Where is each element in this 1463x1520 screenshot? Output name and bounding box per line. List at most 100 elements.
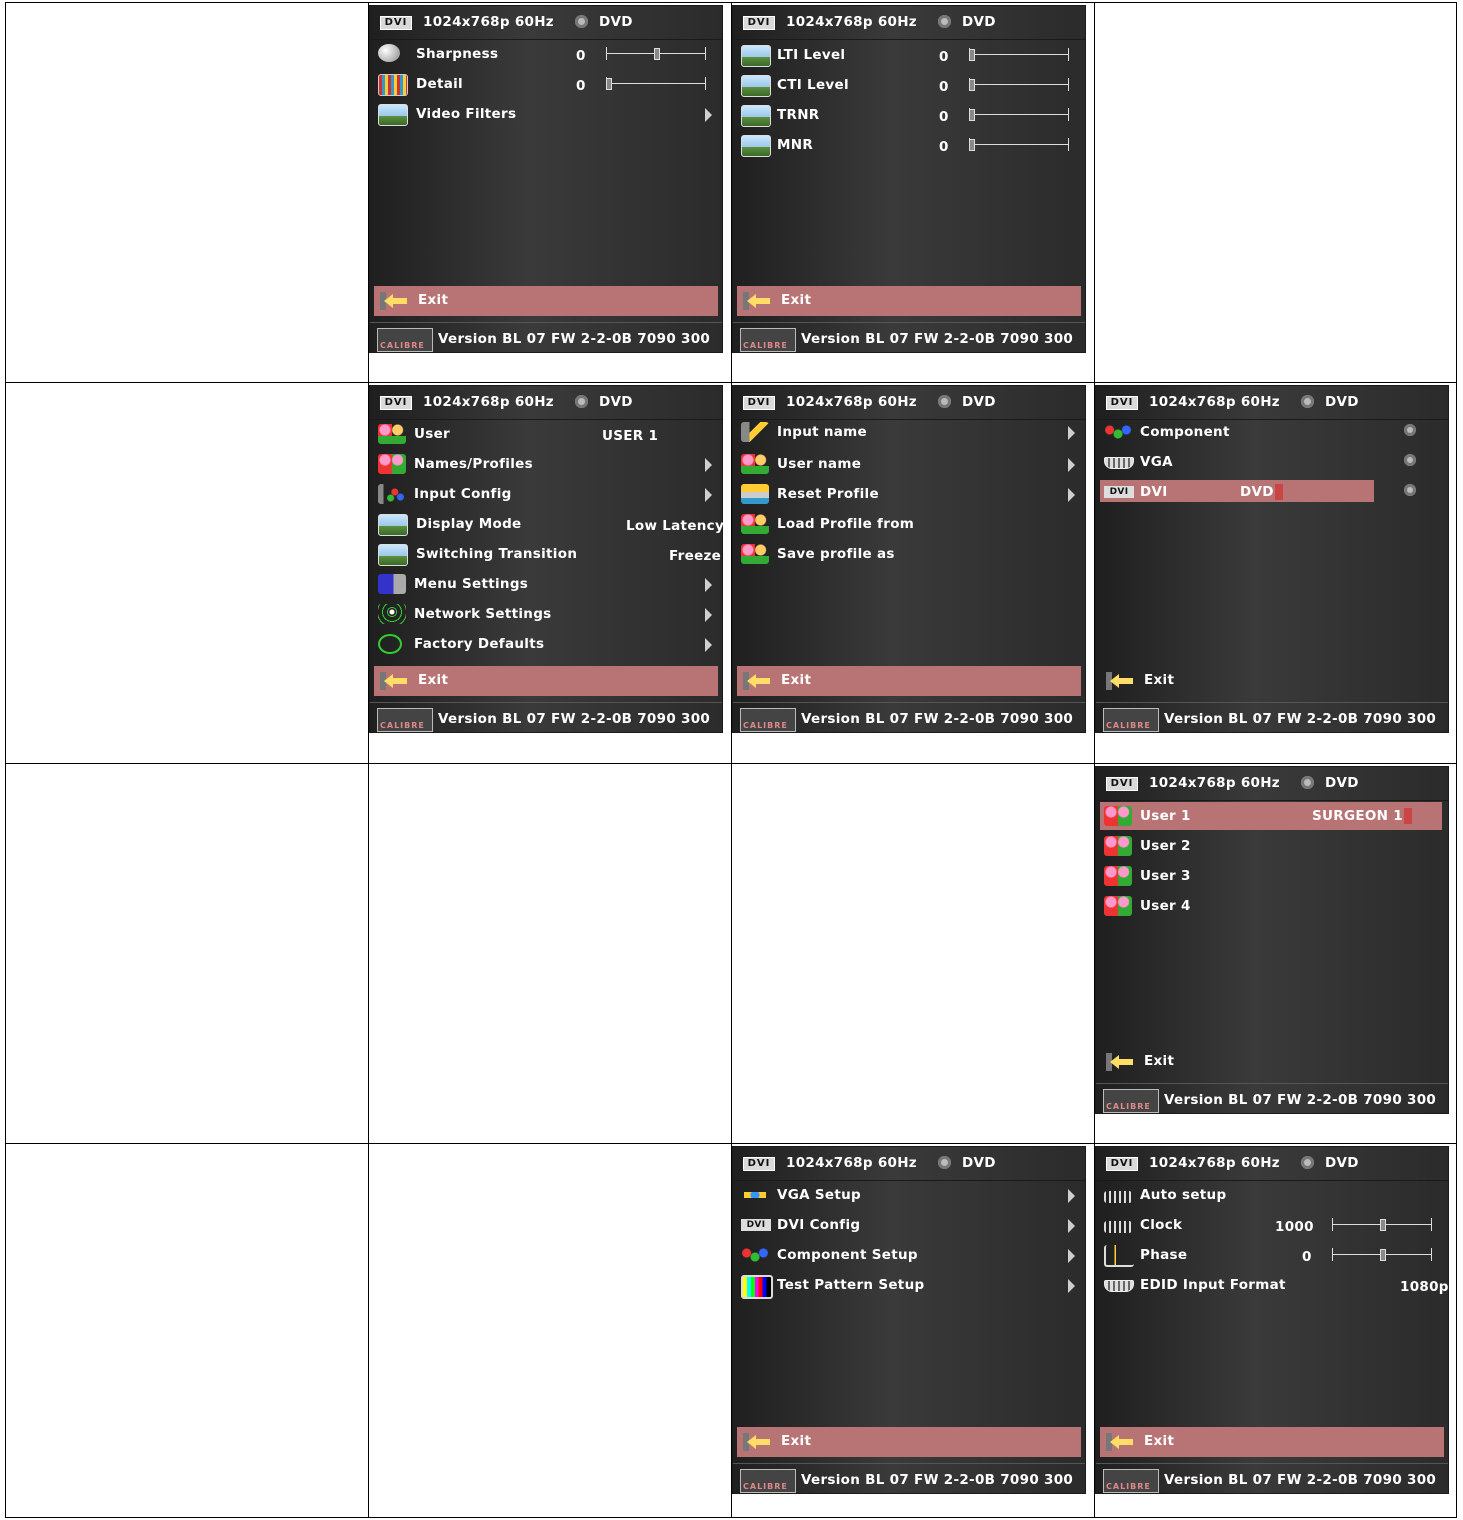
menu-item-lti-level[interactable]: LTI Level 0	[737, 41, 1079, 69]
text-cursor	[1274, 484, 1283, 500]
exit-button[interactable]: Exit	[1100, 1427, 1444, 1457]
mnr-slider[interactable]	[969, 138, 1069, 151]
exit-button[interactable]: Exit	[374, 286, 718, 316]
chevron-right-icon	[1068, 1249, 1075, 1263]
trnr-slider[interactable]	[969, 108, 1069, 121]
osd-footer: CALIBRE Version BL 07 FW 2-2-0B 7090 300	[733, 1463, 1085, 1496]
menu-item-trnr[interactable]: TRNR 0	[737, 101, 1079, 129]
menu-item-load-profile[interactable]: Load Profile from	[737, 510, 1079, 538]
version-label: Version BL 07 FW 2-2-0B 7090 300	[1164, 1472, 1437, 1488]
chevron-right-icon	[1068, 458, 1075, 472]
slider-knob[interactable]	[1380, 1249, 1386, 1261]
menu-item-label: Input name	[777, 424, 868, 440]
disc-icon	[938, 395, 951, 408]
menu-item-label: Clock	[1140, 1217, 1183, 1233]
version-label: Version BL 07 FW 2-2-0B 7090 300	[1164, 1092, 1437, 1108]
menu-item-names-profiles[interactable]: Names/Profiles	[374, 450, 716, 478]
menu-item-video-filters[interactable]: Video Filters	[374, 100, 716, 128]
menu-item-dvi[interactable]: DVI DVI DVD	[1100, 478, 1442, 506]
input-name-field[interactable]: DVD	[1240, 484, 1283, 500]
menu-item-edid-input-format[interactable]: EDID Input Format 1080p	[1100, 1271, 1448, 1299]
exit-button[interactable]: Exit	[737, 666, 1081, 696]
menu-item-label: Test Pattern Setup	[777, 1277, 925, 1293]
lti-slider[interactable]	[969, 48, 1069, 61]
disc-icon	[1404, 484, 1416, 496]
exit-arrow-icon	[384, 674, 393, 688]
antenna-icon	[378, 604, 406, 624]
detail-slider[interactable]	[606, 77, 706, 90]
slider-knob[interactable]	[969, 49, 975, 61]
menu-item-auto-setup[interactable]: Auto setup	[1100, 1181, 1442, 1209]
slider-knob[interactable]	[1380, 1219, 1386, 1231]
menu-item-sharpness[interactable]: Sharpness 0	[374, 40, 716, 68]
menu-item-input-config[interactable]: Input Config	[374, 480, 716, 508]
osd-header: DVI 1024x768p 60Hz DVD	[733, 386, 1085, 420]
osd-header: DVI 1024x768p 60Hz DVD	[733, 1147, 1085, 1181]
exit-button[interactable]: Exit	[737, 1427, 1081, 1457]
sharpness-slider[interactable]	[606, 47, 706, 60]
menu-item-component[interactable]: Component	[1100, 418, 1442, 446]
menu-item-input-name[interactable]: Input name	[737, 418, 1079, 446]
menu-item-vga[interactable]: VGA	[1100, 448, 1442, 476]
save-profile-icon	[741, 544, 769, 564]
menu-item-value: 0	[939, 79, 949, 95]
menu-item-save-profile[interactable]: Save profile as	[737, 540, 1079, 568]
resolution-label: 1024x768p 60Hz	[786, 1155, 917, 1171]
exit-arrow-icon	[1110, 674, 1119, 688]
menu-item-clock[interactable]: Clock 1000	[1100, 1211, 1442, 1239]
menu-item-user-1[interactable]: User 1 SURGEON 1	[1100, 802, 1442, 830]
menu-item-label: Detail	[416, 76, 463, 92]
disc-icon	[1404, 424, 1416, 436]
user-name-field[interactable]: SURGEON 1	[1312, 808, 1412, 824]
clock-slider[interactable]	[1332, 1218, 1432, 1231]
version-label: Version BL 07 FW 2-2-0B 7090 300	[1164, 711, 1437, 727]
menu-item-label: TRNR	[777, 107, 820, 123]
slider-knob[interactable]	[654, 48, 660, 60]
osd-panel-input-names: DVI 1024x768p 60Hz DVD Component VGA DVI…	[1095, 385, 1449, 733]
menu-item-dvi-config[interactable]: DVI DVI Config	[737, 1211, 1079, 1239]
exit-button[interactable]: Exit	[1100, 666, 1444, 696]
exit-button[interactable]: Exit	[737, 286, 1081, 316]
menu-item-user-4[interactable]: User 4	[1100, 892, 1442, 920]
menu-item-user-name[interactable]: User name	[737, 450, 1079, 478]
menu-item-user-2[interactable]: User 2	[1100, 832, 1442, 860]
reset-profile-icon	[741, 484, 769, 504]
users-icon	[1104, 836, 1132, 856]
version-label: Version BL 07 FW 2-2-0B 7090 300	[438, 331, 711, 347]
menu-item-phase[interactable]: Phase 0	[1100, 1241, 1442, 1269]
source-label: DVD	[1325, 775, 1359, 791]
menu-item-label: User 2	[1140, 838, 1191, 854]
slider-knob[interactable]	[969, 79, 975, 91]
menu-item-user[interactable]: User USER 1	[374, 420, 716, 448]
exit-button[interactable]: Exit	[374, 666, 718, 696]
exit-arrow-icon	[393, 678, 407, 684]
menu-item-component-setup[interactable]: Component Setup	[737, 1241, 1079, 1269]
phase-waveform-icon	[1104, 1245, 1134, 1267]
menu-item-detail[interactable]: Detail 0	[374, 70, 716, 98]
menu-item-network-settings[interactable]: Network Settings	[374, 600, 716, 628]
osd-header: DVI 1024x768p 60Hz DVD	[1096, 767, 1448, 801]
calibre-logo: CALIBRE	[377, 328, 433, 352]
slider-knob[interactable]	[969, 109, 975, 121]
menu-item-factory-defaults[interactable]: Factory Defaults	[374, 630, 716, 658]
menu-item-test-pattern-setup[interactable]: Test Pattern Setup	[737, 1271, 1079, 1299]
menu-item-menu-settings[interactable]: Menu Settings	[374, 570, 716, 598]
slider-knob[interactable]	[606, 78, 612, 90]
menu-item-switching-transition[interactable]: Switching Transition Freeze	[374, 540, 721, 568]
exit-button[interactable]: Exit	[1100, 1047, 1444, 1077]
cti-slider[interactable]	[969, 78, 1069, 91]
osd-panel-video-filters: DVI 1024x768p 60Hz DVD LTI Level 0 CTI L…	[732, 5, 1086, 353]
menu-item-mnr[interactable]: MNR 0	[737, 131, 1079, 159]
menu-item-cti-level[interactable]: CTI Level 0	[737, 71, 1079, 99]
phase-slider[interactable]	[1332, 1248, 1432, 1261]
osd-panel-names-profiles: DVI 1024x768p 60Hz DVD Input name User n…	[732, 385, 1086, 733]
slider-knob[interactable]	[969, 139, 975, 151]
component-rgb-icon	[1104, 422, 1132, 442]
menu-item-value: 0	[939, 109, 949, 125]
menu-item-reset-profile[interactable]: Reset Profile	[737, 480, 1079, 508]
menu-item-vga-setup[interactable]: VGA Setup	[737, 1181, 1079, 1209]
menu-item-label: Component Setup	[777, 1247, 918, 1263]
menu-item-display-mode[interactable]: Display Mode Low Latency	[374, 510, 724, 538]
menu-item-user-3[interactable]: User 3	[1100, 862, 1442, 890]
chevron-right-icon	[1068, 1189, 1075, 1203]
